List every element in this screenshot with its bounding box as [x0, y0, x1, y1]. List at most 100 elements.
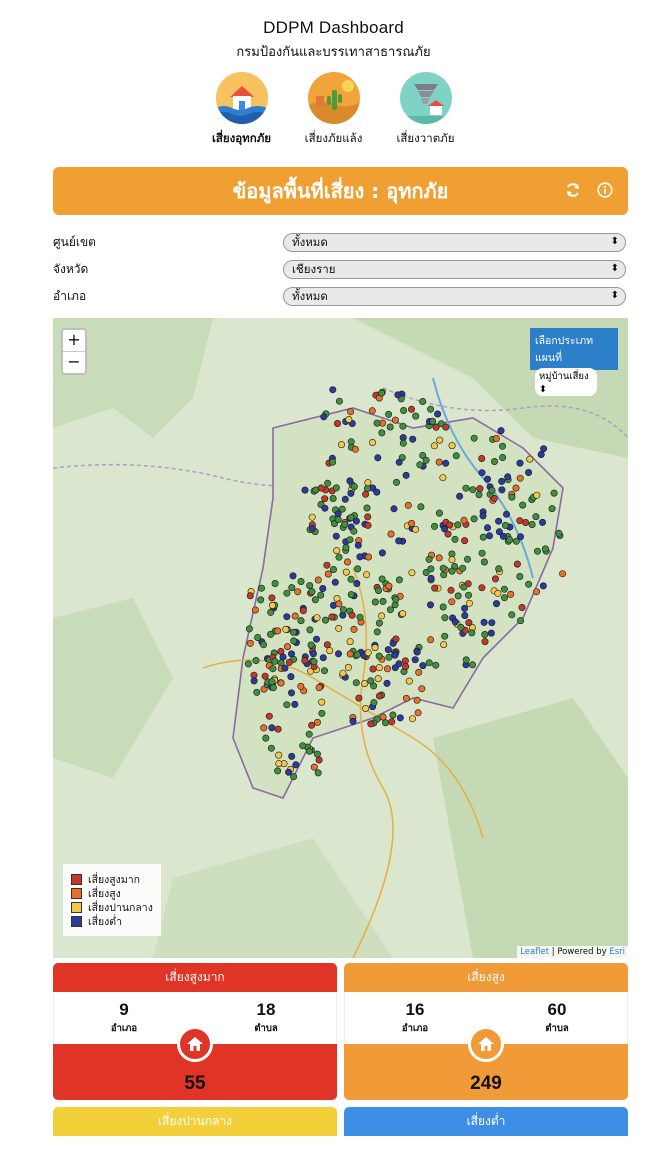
village-marker[interactable]: [516, 533, 524, 541]
village-marker[interactable]: [310, 763, 318, 771]
village-marker[interactable]: [308, 513, 316, 521]
village-marker[interactable]: [500, 594, 508, 602]
village-marker[interactable]: [260, 724, 268, 732]
village-marker[interactable]: [346, 638, 354, 646]
village-marker[interactable]: [391, 651, 399, 659]
village-marker[interactable]: [281, 664, 289, 672]
district-select[interactable]: ทั้งหมด ⬍: [283, 287, 626, 306]
village-marker[interactable]: [285, 768, 293, 776]
village-marker[interactable]: [363, 485, 371, 493]
village-marker[interactable]: [439, 564, 447, 572]
village-marker[interactable]: [399, 422, 407, 430]
village-marker[interactable]: [430, 522, 438, 530]
village-marker[interactable]: [317, 484, 325, 492]
village-marker[interactable]: [356, 553, 364, 561]
village-marker[interactable]: [362, 704, 370, 712]
village-marker[interactable]: [385, 653, 393, 661]
village-marker[interactable]: [526, 455, 534, 463]
village-marker[interactable]: [351, 445, 359, 453]
village-marker[interactable]: [442, 423, 450, 431]
village-marker[interactable]: [350, 527, 358, 535]
village-marker[interactable]: [483, 524, 491, 532]
village-marker[interactable]: [512, 484, 520, 492]
village-marker[interactable]: [374, 586, 382, 594]
village-marker[interactable]: [268, 678, 276, 686]
village-marker[interactable]: [485, 532, 493, 540]
village-marker[interactable]: [494, 589, 502, 597]
village-marker[interactable]: [533, 491, 541, 499]
village-marker[interactable]: [305, 730, 313, 738]
village-marker[interactable]: [297, 577, 305, 585]
village-marker[interactable]: [434, 410, 442, 418]
village-marker[interactable]: [385, 582, 393, 590]
village-marker[interactable]: [463, 555, 471, 563]
refresh-icon[interactable]: [564, 181, 582, 199]
village-marker[interactable]: [374, 454, 382, 462]
village-marker[interactable]: [369, 665, 377, 673]
village-marker[interactable]: [258, 584, 266, 592]
village-marker[interactable]: [306, 582, 314, 590]
village-marker[interactable]: [550, 489, 558, 497]
village-marker[interactable]: [439, 474, 447, 482]
village-marker[interactable]: [451, 618, 459, 626]
village-marker[interactable]: [501, 521, 509, 529]
village-marker[interactable]: [516, 573, 524, 581]
village-marker[interactable]: [352, 679, 360, 687]
village-marker[interactable]: [339, 669, 347, 677]
village-marker[interactable]: [518, 603, 526, 611]
village-marker[interactable]: [244, 660, 252, 668]
village-marker[interactable]: [257, 596, 265, 604]
village-marker[interactable]: [288, 584, 296, 592]
village-marker[interactable]: [271, 657, 279, 665]
esri-link[interactable]: Esri: [609, 947, 625, 957]
village-marker[interactable]: [284, 643, 292, 651]
village-marker[interactable]: [464, 591, 472, 599]
village-marker[interactable]: [413, 648, 421, 656]
village-marker[interactable]: [441, 614, 449, 622]
village-marker[interactable]: [460, 583, 468, 591]
village-marker[interactable]: [364, 553, 372, 561]
village-marker[interactable]: [324, 479, 332, 487]
village-marker[interactable]: [559, 570, 567, 578]
village-marker[interactable]: [363, 504, 371, 512]
village-marker[interactable]: [334, 650, 342, 658]
village-marker[interactable]: [367, 677, 375, 685]
village-marker[interactable]: [353, 579, 361, 587]
village-marker[interactable]: [269, 684, 277, 692]
village-marker[interactable]: [317, 591, 325, 599]
village-marker[interactable]: [427, 574, 435, 582]
village-marker[interactable]: [323, 561, 331, 569]
village-marker[interactable]: [447, 586, 455, 594]
village-marker[interactable]: [269, 601, 277, 609]
village-marker[interactable]: [500, 585, 508, 593]
village-marker[interactable]: [332, 532, 340, 540]
village-marker[interactable]: [326, 647, 334, 655]
village-marker[interactable]: [378, 549, 386, 557]
village-marker[interactable]: [436, 436, 444, 444]
village-marker[interactable]: [297, 682, 305, 690]
village-marker[interactable]: [419, 662, 427, 670]
village-marker[interactable]: [319, 654, 327, 662]
village-marker[interactable]: [517, 617, 525, 625]
village-marker[interactable]: [262, 734, 270, 742]
village-marker[interactable]: [432, 423, 440, 431]
village-marker[interactable]: [261, 672, 269, 680]
village-marker[interactable]: [481, 638, 489, 646]
village-marker[interactable]: [425, 659, 433, 667]
village-marker[interactable]: [379, 597, 387, 605]
village-marker[interactable]: [456, 492, 464, 500]
village-marker[interactable]: [378, 575, 386, 583]
village-marker[interactable]: [347, 514, 355, 522]
village-marker[interactable]: [533, 588, 541, 596]
village-marker[interactable]: [498, 477, 506, 485]
village-marker[interactable]: [347, 408, 355, 416]
village-marker[interactable]: [310, 658, 318, 666]
village-marker[interactable]: [519, 501, 527, 509]
village-marker[interactable]: [416, 461, 424, 469]
village-marker[interactable]: [392, 595, 400, 603]
village-marker[interactable]: [396, 714, 404, 722]
village-marker[interactable]: [495, 517, 503, 525]
village-marker[interactable]: [315, 684, 323, 692]
village-marker[interactable]: [329, 386, 337, 394]
village-marker[interactable]: [488, 487, 496, 495]
